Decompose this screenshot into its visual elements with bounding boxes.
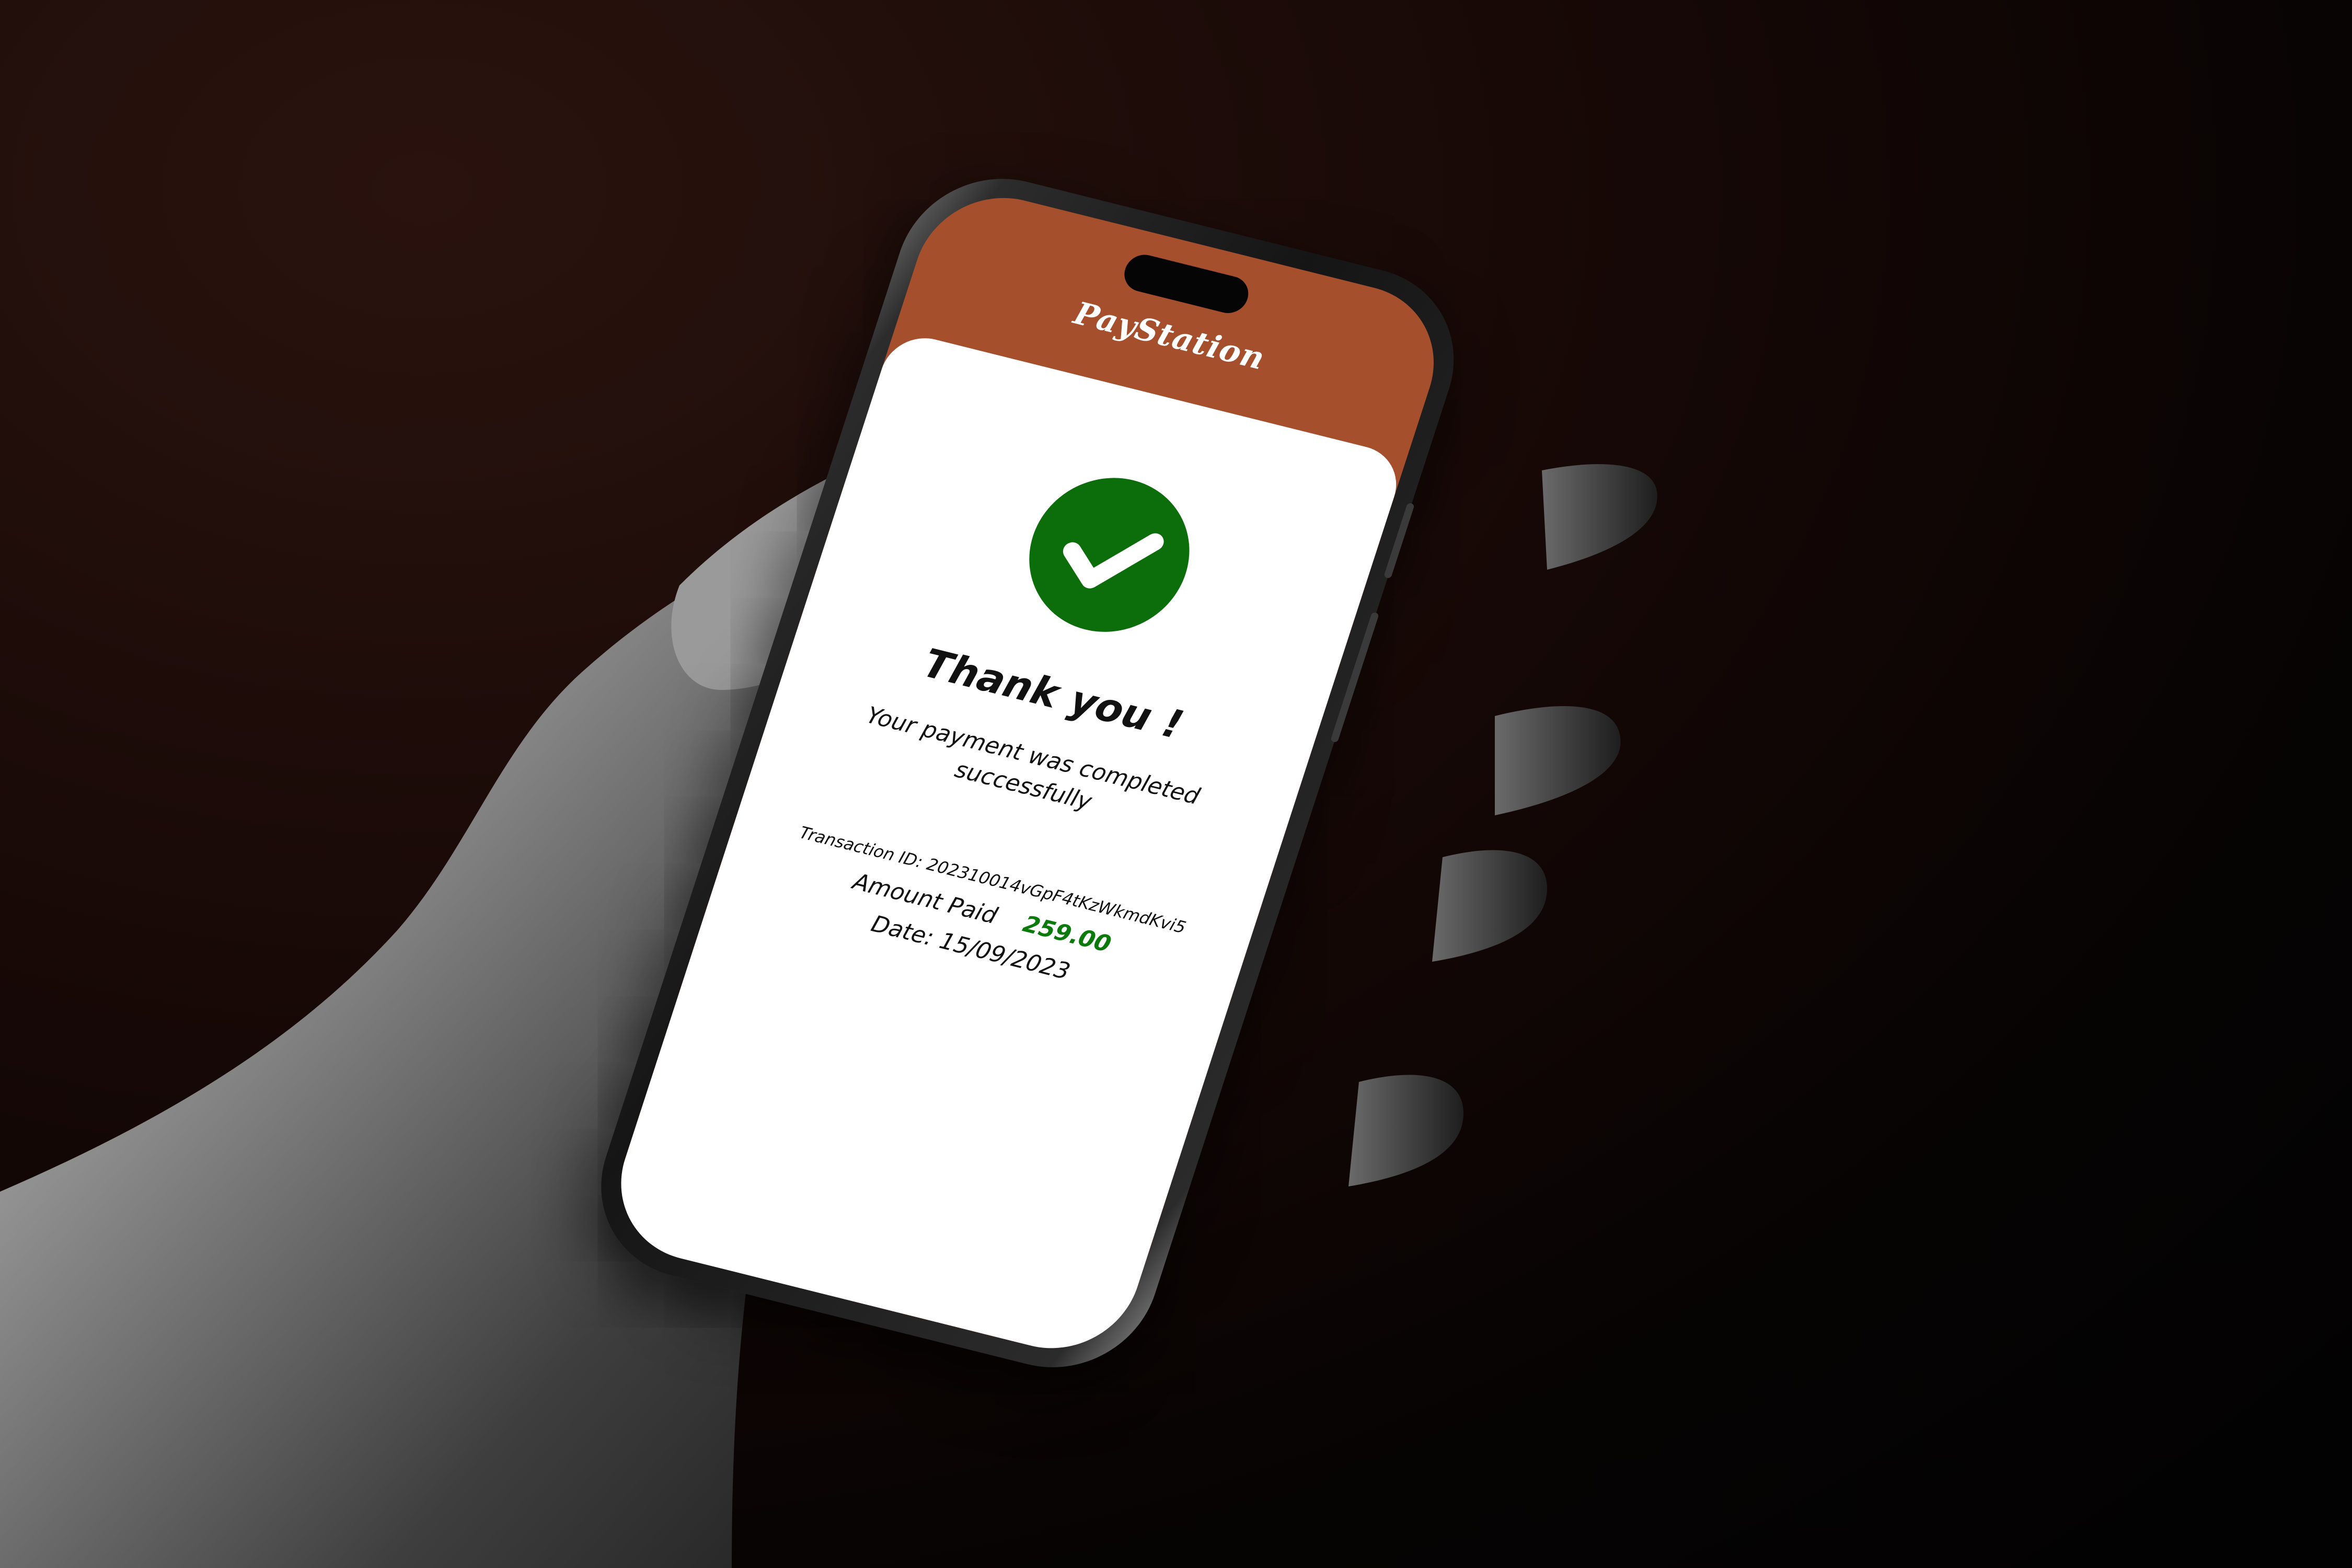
check-circle-icon bbox=[1009, 461, 1210, 649]
dynamic-island bbox=[1119, 250, 1253, 317]
photo-scene: PayStation Thank you ! Your payment was … bbox=[0, 0, 2352, 1568]
date-label: Date: bbox=[868, 910, 938, 951]
